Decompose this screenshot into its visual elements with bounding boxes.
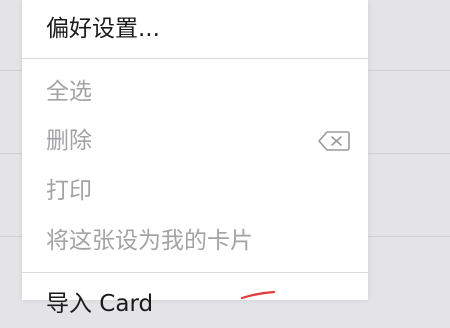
menu-item-delete[interactable]: 删除 — [22, 118, 368, 164]
menu-item-import-card[interactable]: 导入 Card — [22, 282, 368, 328]
menu-item-label: 偏好设置... — [46, 16, 160, 42]
background-divider — [368, 153, 450, 154]
background-divider — [368, 236, 450, 237]
menu-divider — [22, 272, 368, 273]
background-divider — [0, 236, 22, 237]
delete-backspace-icon — [318, 131, 350, 151]
menu-item-label: 删除 — [46, 128, 92, 154]
menu-item-label: 全选 — [46, 79, 92, 105]
menu-item-select-all[interactable]: 全选 — [22, 69, 368, 115]
menu-item-label: 导入 Card — [46, 291, 154, 317]
background-divider — [0, 153, 22, 154]
menu-item-set-as-my-card[interactable]: 将这张设为我的卡片 — [22, 218, 368, 264]
menu-item-label: 将这张设为我的卡片 — [46, 228, 253, 254]
annotation-arrow-icon — [240, 290, 276, 300]
background-divider — [368, 70, 450, 71]
background-divider — [0, 70, 22, 71]
menu-item-preferences[interactable]: 偏好设置... — [22, 6, 368, 52]
menu-divider — [22, 58, 368, 59]
context-menu: 偏好设置... 全选 删除 打印 将这张设为我的卡片 导入 Card — [22, 0, 368, 317]
menu-item-label: 打印 — [46, 178, 92, 204]
menu-item-print[interactable]: 打印 — [22, 168, 368, 214]
